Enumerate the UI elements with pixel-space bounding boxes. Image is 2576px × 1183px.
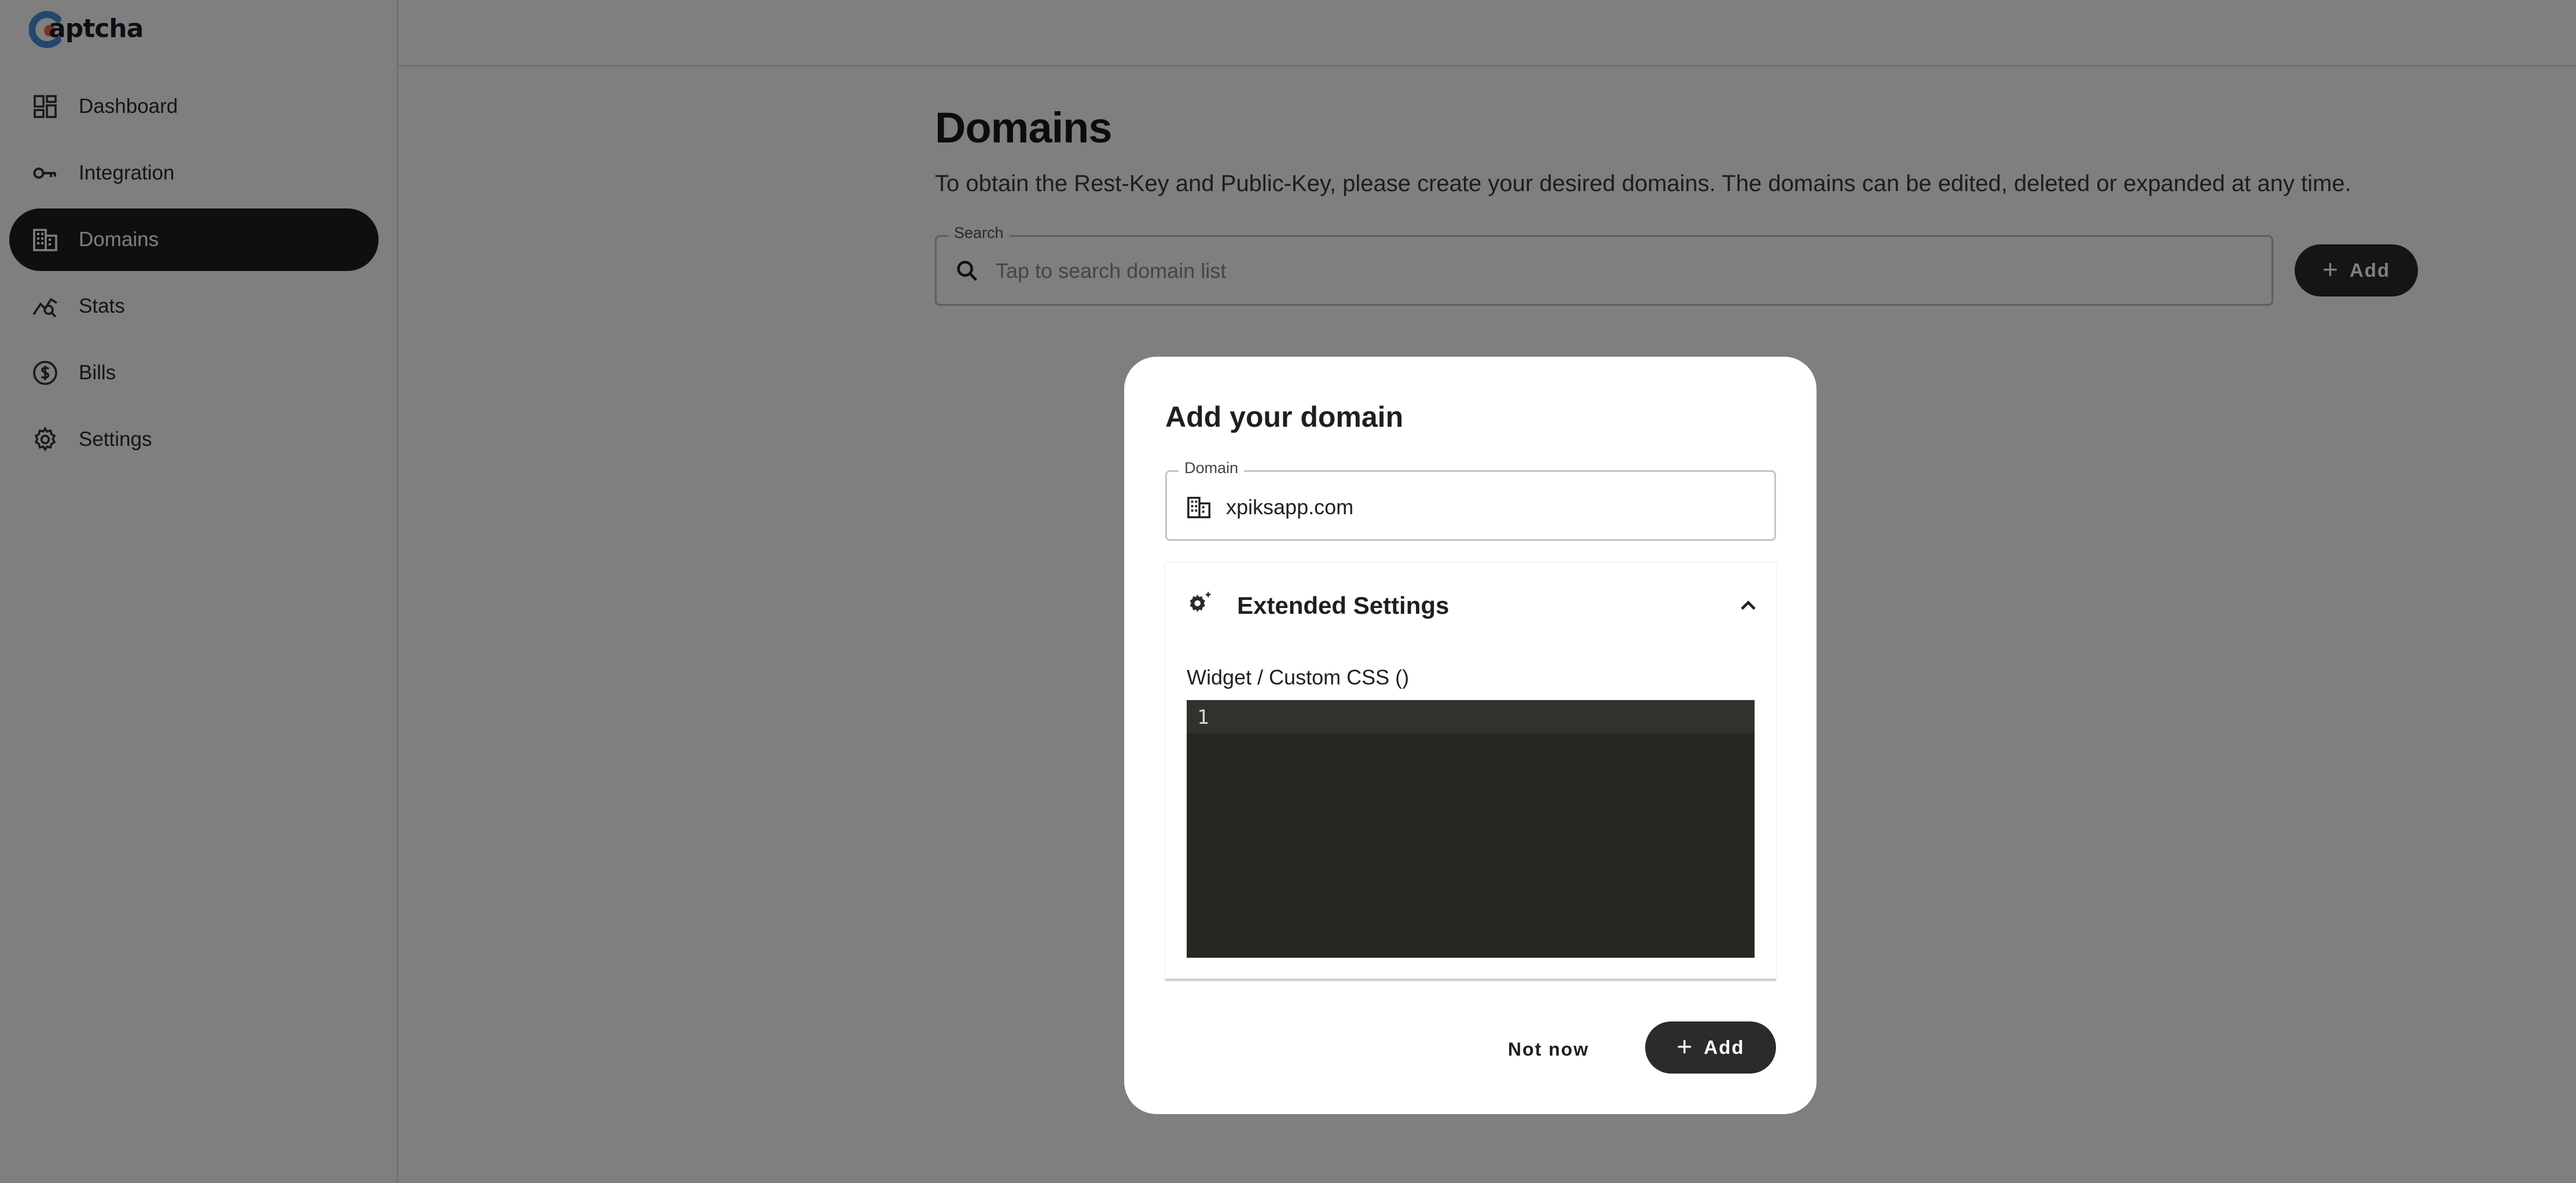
domain-input[interactable] — [1225, 489, 1760, 525]
extended-settings-title[interactable]: Extended Settings — [1237, 592, 1449, 620]
domain-field-label: Domain — [1179, 459, 1245, 477]
dialog-title: Add your domain — [1165, 401, 1404, 433]
settings-sparkle-icon — [1185, 589, 1215, 620]
not-now-button[interactable]: Not now — [1497, 1026, 1600, 1072]
building-icon — [1186, 494, 1212, 521]
extended-settings-panel: Extended Settings Widget / Custom CSS ()… — [1165, 563, 1776, 981]
active-line-highlight — [1187, 700, 1755, 733]
confirm-add-button[interactable]: + Add — [1645, 1021, 1776, 1074]
plus-icon: + — [1676, 1031, 1694, 1061]
confirm-add-button-label: Add — [1704, 1037, 1745, 1058]
custom-css-label: Widget / Custom CSS () — [1187, 665, 1410, 689]
add-domain-dialog: Add your domain Domain Extended Settings — [1124, 357, 1817, 1114]
line-number: 1 — [1197, 706, 1209, 729]
css-code-editor[interactable]: 1 — [1187, 700, 1755, 958]
chevron-up-icon[interactable] — [1735, 593, 1761, 618]
domain-field[interactable]: Domain — [1165, 459, 1776, 541]
